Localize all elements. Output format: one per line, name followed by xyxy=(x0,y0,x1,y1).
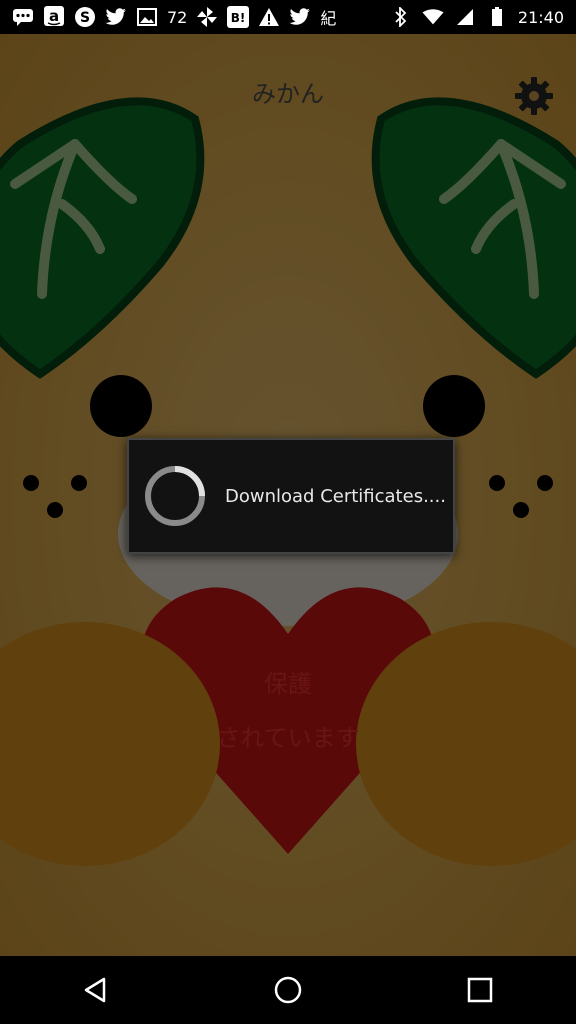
warning-icon xyxy=(258,6,280,28)
recents-icon xyxy=(467,977,493,1003)
svg-text:S: S xyxy=(80,10,90,26)
battery-icon xyxy=(486,6,508,28)
twitter-icon xyxy=(289,6,311,28)
amazon-icon: a xyxy=(43,6,65,28)
bluetooth-icon xyxy=(390,6,412,28)
gear-icon xyxy=(515,77,553,115)
status-notifications: a S 72 B! 紀 xyxy=(0,5,336,29)
progress-dialog: Download Certificates.... xyxy=(127,438,455,554)
signal-icon xyxy=(454,6,476,28)
clock: 21:40 xyxy=(517,7,564,27)
svg-text:B!: B! xyxy=(231,11,246,25)
app-title: みかん xyxy=(252,80,324,108)
settings-button[interactable] xyxy=(514,76,554,116)
back-button[interactable] xyxy=(66,960,126,1020)
hatena-bookmark-icon: B! xyxy=(227,6,250,28)
spinner-icon xyxy=(145,466,205,526)
recents-button[interactable] xyxy=(450,960,510,1020)
notification-count: 72 xyxy=(167,7,188,27)
home-icon xyxy=(274,976,302,1004)
navigation-bar xyxy=(0,956,576,1024)
image-icon xyxy=(136,6,158,28)
kanji-label: 紀 xyxy=(320,9,337,28)
status-system: 21:40 xyxy=(390,6,576,28)
svg-text:a: a xyxy=(49,7,59,25)
status-bar: a S 72 B! 紀 21:40 xyxy=(0,0,576,34)
wifi-icon xyxy=(422,6,444,28)
skype-icon: S xyxy=(74,6,96,28)
home-button[interactable] xyxy=(258,960,318,1020)
heart-text-line1: 保護 xyxy=(264,670,312,698)
app-screen: 保護 されています みかん Download Certificates.... xyxy=(0,34,576,956)
back-icon xyxy=(84,977,106,1003)
twitter-icon xyxy=(105,6,127,28)
pinwheel-icon xyxy=(196,6,218,28)
heart-text-line2: されています xyxy=(216,724,360,752)
dialog-message: Download Certificates.... xyxy=(225,485,446,507)
chat-bubble-icon xyxy=(12,6,34,28)
